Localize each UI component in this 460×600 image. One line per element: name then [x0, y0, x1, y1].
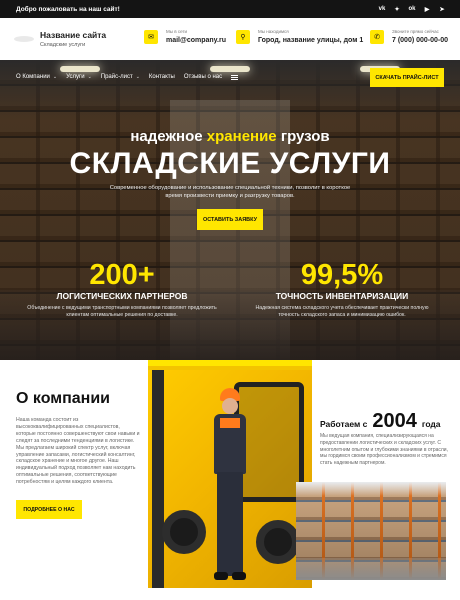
site-header: Название сайта Складские услуги ✉ Мы в с…	[0, 18, 460, 60]
vk-icon[interactable]: vk	[378, 6, 386, 12]
email-link[interactable]: mail@company.ru	[166, 37, 226, 44]
chevron-down-icon: ⌄	[135, 74, 140, 80]
hero-subtitle-after: грузов	[276, 128, 330, 145]
stat-number: 99,5%	[300, 259, 384, 291]
since-year: 2004	[372, 410, 417, 432]
worker-figure	[208, 388, 252, 588]
menu-icon[interactable]	[231, 74, 239, 80]
stat-label: ТОЧНОСТЬ ИНВЕНТАРИЗАЦИИ	[275, 291, 409, 301]
nav-item-price[interactable]: Прайс-лист ⌄	[101, 74, 140, 80]
nav-item-label: Контакты	[148, 74, 175, 80]
ceiling-light	[210, 66, 250, 72]
nav-item-company[interactable]: О Компании ⌄	[16, 74, 57, 80]
hero-subtitle-before: надежное	[130, 128, 207, 145]
nav-item-reviews[interactable]: Отзывы о нас	[184, 74, 222, 80]
about-more-button[interactable]: ПОДРОБНЕЕ О НАС	[16, 500, 82, 519]
nav-item-label: Отзывы о нас	[183, 74, 223, 80]
stat-description: Надежная система складского учета обеспе…	[255, 305, 429, 318]
site-subtitle: Складские услуги	[40, 42, 86, 48]
stat-description: Объединение с ведущими транспортными ком…	[27, 305, 217, 318]
top-bar: Добро пожаловать на наш сайт! vk ✦ ok ▶ …	[0, 0, 460, 18]
since-after: года	[421, 419, 441, 429]
since-before: Работаем с	[320, 419, 368, 429]
stat-number: 200+	[89, 259, 155, 291]
worker-boot	[232, 572, 246, 580]
nav-item-services[interactable]: Услуги ⌄	[66, 74, 92, 80]
forklift-wheel	[162, 510, 206, 554]
forklift-wheel	[256, 520, 300, 564]
stat-accuracy: 99,5% ТОЧНОСТЬ ИНВЕНТАРИЗАЦИИ Надежная с…	[232, 260, 452, 319]
warehouse-photo	[296, 482, 446, 580]
hero-section: О Компании ⌄ Услуги ⌄ Прайс-лист ⌄ Контакты…	[0, 60, 460, 360]
contact-email: ✉ Мы в сети mail@company.ru	[144, 29, 226, 44]
mail-icon: ✉	[144, 29, 158, 44]
forklift-mast	[152, 370, 164, 588]
phone-link[interactable]: 7 (000) 000-00-00	[392, 37, 448, 44]
photo-accent-bar	[148, 360, 312, 366]
contact-phone: ✆ Звоните прямо сейчас 7 (000) 000-00-00	[370, 29, 448, 44]
phone-label: Звоните прямо сейчас	[392, 29, 439, 34]
youtube-icon[interactable]: ▶	[423, 6, 431, 13]
since-heading: Работаем с 2004 года	[320, 410, 441, 433]
hero-title: СКЛАДСКИЕ УСЛУГИ	[69, 147, 391, 180]
twitter-icon[interactable]: ✦	[393, 6, 401, 13]
address-text: Город, название улицы, дом 1	[258, 37, 364, 44]
social-links: vk ✦ ok ▶ ➤	[378, 6, 446, 13]
phone-icon: ✆	[370, 29, 384, 44]
hero-subtitle-highlight: хранение	[206, 128, 277, 145]
welcome-text: Добро пожаловать на наш сайт!	[16, 5, 120, 13]
email-label: Мы в сети	[166, 29, 188, 34]
chevron-down-icon: ⌄	[52, 74, 58, 80]
nav-item-contacts[interactable]: Контакты	[149, 74, 175, 80]
worker-head	[222, 398, 238, 414]
nav-item-label: Услуги	[66, 74, 85, 80]
download-price-button[interactable]: СКАЧАТЬ ПРАЙС-ЛИСТ	[370, 68, 444, 87]
worker-vest	[220, 418, 240, 428]
contact-address: ⚲ Мы находимся Город, название улицы, до…	[236, 29, 363, 44]
warehouse-ceiling	[296, 482, 446, 496]
address-label: Мы находимся	[258, 29, 289, 34]
odnoklassniki-icon[interactable]: ok	[408, 6, 416, 12]
chevron-down-icon: ⌄	[87, 74, 92, 80]
about-title: О компании	[16, 390, 110, 407]
worker-legs	[217, 472, 243, 576]
logo-icon[interactable]	[14, 32, 34, 46]
hero-subtitle: надежное хранение грузов	[0, 128, 460, 145]
leave-request-button[interactable]: ОСТАВИТЬ ЗАЯВКУ	[197, 209, 263, 230]
stat-partners: 200+ ЛОГИСТИЧЕСКИХ ПАРТНЕРОВ Объединение…	[12, 260, 232, 319]
worker-boot	[214, 572, 228, 580]
since-text: Мы ведущая компания, специализирующаяся …	[320, 433, 448, 467]
telegram-icon[interactable]: ➤	[438, 6, 446, 13]
worker-photo	[148, 360, 312, 588]
nav-item-label: Прайс-лист	[100, 74, 133, 80]
main-nav: О Компании ⌄ Услуги ⌄ Прайс-лист ⌄ Контакты…	[16, 74, 239, 80]
site-name[interactable]: Название сайта	[40, 30, 106, 40]
about-text: Наша команда состоит из высококвалифицир…	[16, 417, 140, 486]
location-icon: ⚲	[236, 29, 250, 44]
stat-label: ЛОГИСТИЧЕСКИХ ПАРТНЕРОВ	[56, 291, 188, 301]
ceiling-light	[60, 66, 100, 72]
hero-description: Современное оборудование и использование…	[109, 185, 351, 199]
nav-item-label: О Компании	[16, 74, 50, 80]
warehouse-floor	[296, 558, 446, 580]
